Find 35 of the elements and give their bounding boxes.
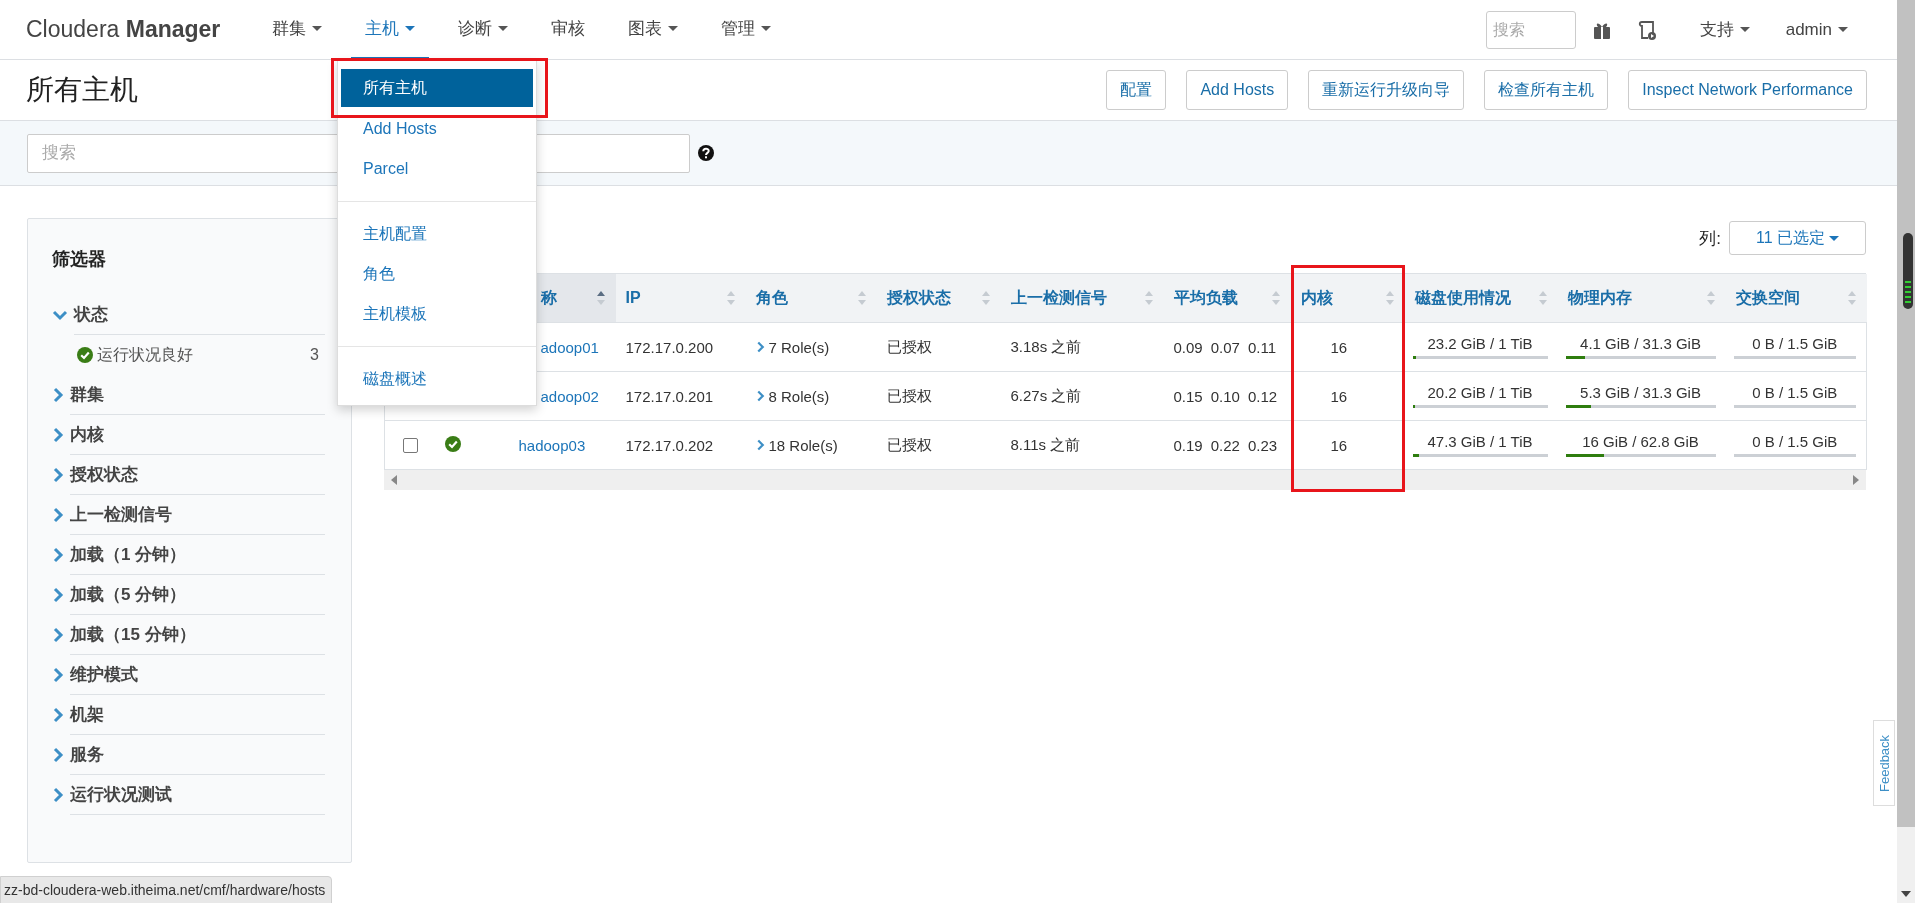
table-cell: 0.09 xyxy=(1173,338,1203,356)
table-cell: 16 xyxy=(1330,338,1348,356)
table-cell: 3.18s 之前 xyxy=(1010,337,1082,355)
table-cell: 0.10 xyxy=(1210,387,1240,405)
table-cell: 8.11s 之前 xyxy=(1010,435,1081,453)
table-cell: 0.07 xyxy=(1210,338,1240,356)
table-cell: 0.12 xyxy=(1247,387,1278,405)
table-cell: 16 xyxy=(1330,436,1348,454)
table-cell: 0.23 xyxy=(1247,436,1278,454)
usage-text: 20.2 GiB / 1 TiB xyxy=(1426,384,1534,401)
usage-text: 16 GiB / 62.8 GiB xyxy=(1581,433,1700,450)
table-cell: 已授权 xyxy=(886,386,932,404)
count-label: 3 xyxy=(310,346,319,364)
table-cell: 已授权 xyxy=(886,337,932,355)
status-url: zz-bd-cloudera-web.itheima.net/cmf/hardware/hosts xyxy=(0,876,333,903)
table-cell: 已授权 xyxy=(886,435,932,453)
table-cell: 0.19 xyxy=(1173,436,1203,454)
page-title: 所有主机 xyxy=(26,73,138,107)
panel-title: 筛选器 xyxy=(52,248,107,271)
usage-text: 0 B / 1.5 GiB xyxy=(1751,335,1839,352)
table-cell: 0.11 xyxy=(1247,338,1276,356)
usage-text: 0 B / 1.5 GiB xyxy=(1751,433,1839,450)
usage-text: 0 B / 1.5 GiB xyxy=(1751,384,1839,401)
columns-label: 列: xyxy=(1699,227,1721,250)
table-cell: 6.27s 之前 xyxy=(1010,386,1082,404)
table-cell: 172.17.0.201 xyxy=(625,387,714,405)
usage-text: 4.1 GiB / 31.3 GiB xyxy=(1579,335,1702,352)
table-cell: 172.17.0.202 xyxy=(625,436,714,454)
usage-text: 23.2 GiB / 1 TiB xyxy=(1426,335,1534,352)
table-cell: 0.22 xyxy=(1210,436,1240,454)
table-cell: 16 xyxy=(1330,387,1348,405)
table-cell: 172.17.0.200 xyxy=(625,338,714,356)
usage-text: 5.3 GiB / 31.3 GiB xyxy=(1579,384,1702,401)
usage-text: 47.3 GiB / 1 TiB xyxy=(1426,433,1534,450)
table-cell: 0.15 xyxy=(1173,387,1203,405)
